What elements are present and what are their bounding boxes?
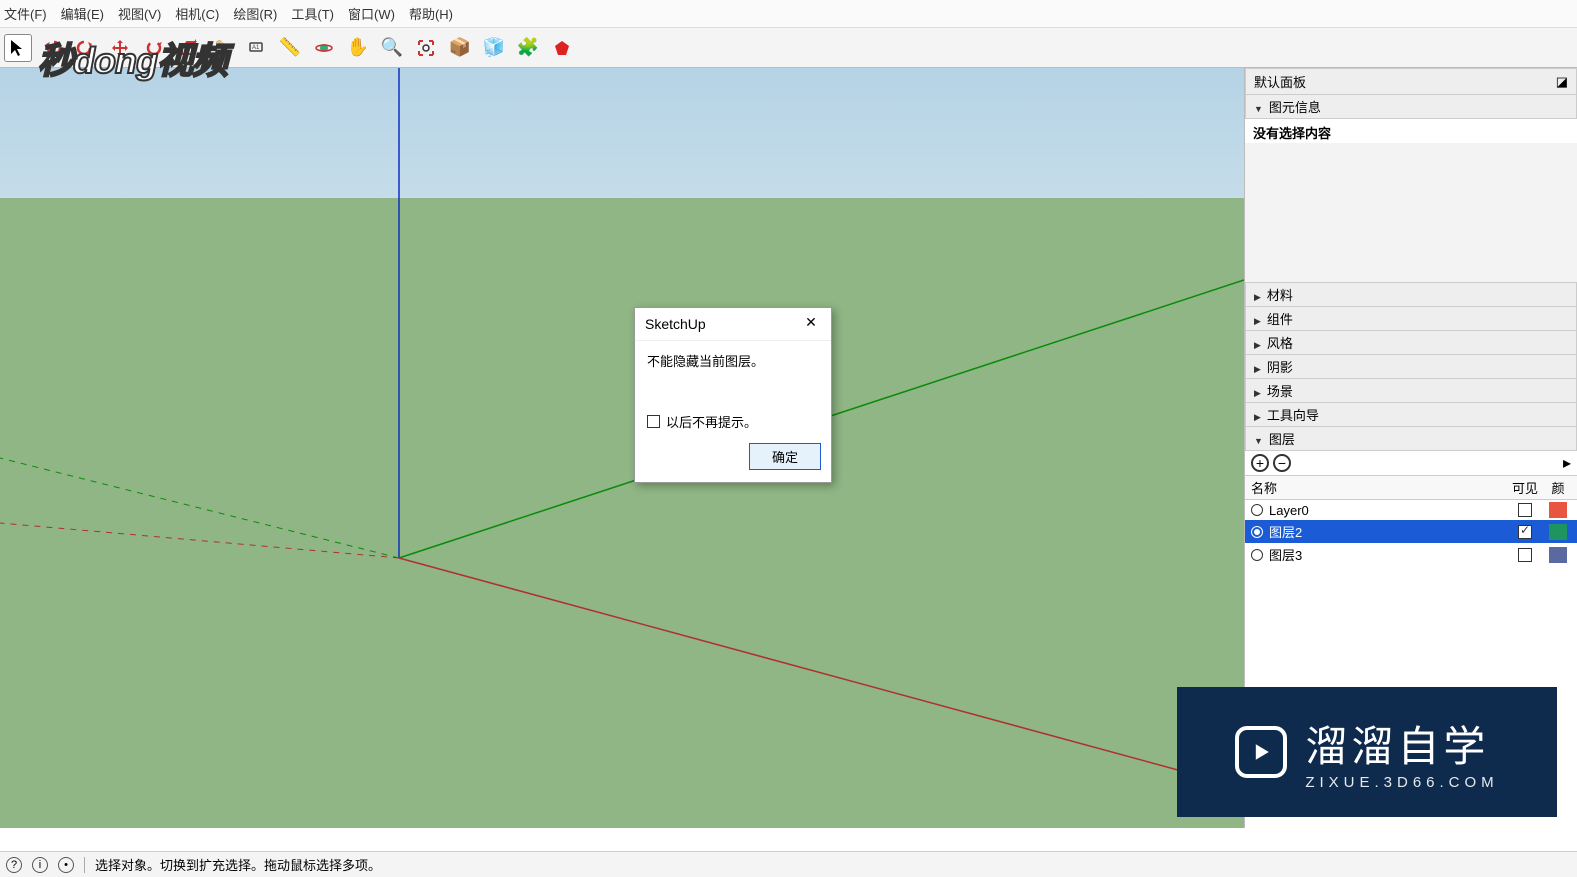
accordion-layers[interactable]: 图层 [1245,427,1577,451]
accordion-shadows[interactable]: 阴影 [1245,355,1577,379]
menu-view[interactable]: 视图(V) [118,4,161,23]
eraser-icon[interactable]: ✎ [208,34,236,62]
layer-list: Layer0 图层2 图层3 [1245,500,1577,566]
extension-icon[interactable]: 🧩 [514,34,542,62]
layer-active-radio[interactable] [1251,526,1263,538]
ok-button[interactable]: 确定 [749,443,821,470]
layer-color-swatch[interactable] [1549,502,1567,518]
accordion-scenes[interactable]: 场景 [1245,379,1577,403]
layer-col-name[interactable]: 名称 [1251,478,1505,497]
accordion-entity-info[interactable]: 图元信息 [1245,95,1577,119]
layer-active-radio[interactable] [1251,549,1263,561]
layer-header-row: 名称 可见 颜 [1245,476,1577,500]
layer-row[interactable]: Layer0 [1245,500,1577,520]
extrude-icon[interactable] [174,34,202,62]
warehouse-icon[interactable]: 📦 [446,34,474,62]
layer-visible-checkbox[interactable] [1518,548,1532,562]
select-tool-icon[interactable] [4,34,32,62]
menu-tools[interactable]: 工具(T) [291,4,334,23]
menu-help[interactable]: 帮助(H) [409,4,453,23]
dont-show-label: 以后不再提示。 [666,412,757,431]
layer-menu-icon[interactable]: ▸ [1563,453,1571,473]
ruby-icon[interactable] [548,34,576,62]
entity-info-empty [1245,143,1577,283]
layer-name: 图层2 [1269,522,1302,541]
layer-visible-checkbox[interactable] [1518,503,1532,517]
layer-toolbar: + − ▸ [1245,451,1577,476]
dialog-message: 不能隐藏当前图层。 [647,351,819,370]
layer-col-color[interactable]: 颜 [1545,478,1571,497]
layer-visible-checkbox[interactable] [1518,525,1532,539]
status-user-icon[interactable]: • [58,857,74,873]
alert-dialog: SketchUp ✕ 不能隐藏当前图层。 以后不再提示。 确定 [634,307,832,483]
hide-label-overlay: 隐藏 [1429,708,1537,767]
remove-layer-icon[interactable]: − [1273,454,1291,472]
zoom-extents-icon[interactable] [412,34,440,62]
close-icon[interactable]: ✕ [801,314,821,334]
rotate-icon[interactable] [140,34,168,62]
svg-text:A1: A1 [252,45,260,51]
accordion-materials[interactable]: 材料 [1245,283,1577,307]
axes-overlay [0,68,1244,828]
dialog-title-text: SketchUp [645,316,706,332]
menu-draw[interactable]: 绘图(R) [233,4,277,23]
redo-icon[interactable] [72,34,100,62]
status-geo-icon[interactable]: i [32,857,48,873]
orbit-icon[interactable] [310,34,338,62]
menu-camera[interactable]: 相机(C) [175,4,219,23]
layer-row[interactable]: 图层3 [1245,543,1577,566]
layer-col-visible[interactable]: 可见 [1505,478,1545,497]
dimension-icon[interactable]: A1 [242,34,270,62]
accordion-styles[interactable]: 风格 [1245,331,1577,355]
layer-color-swatch[interactable] [1549,547,1567,563]
layer-name: 图层3 [1269,545,1302,564]
add-layer-icon[interactable]: + [1251,454,1269,472]
layer-row[interactable]: 图层2 [1245,520,1577,543]
status-bar: ? i • 选择对象。切换到扩充选择。拖动鼠标选择多项。 [0,851,1577,877]
undo-icon[interactable] [38,34,66,62]
menu-file[interactable]: 文件(F) [4,4,47,23]
layer-active-radio[interactable] [1251,504,1263,516]
dialog-titlebar[interactable]: SketchUp ✕ [635,308,831,341]
zoom-icon[interactable]: 🔍 [378,34,406,62]
toolbar: ✎ A1 📏 ✋ 🔍 📦 🧊 🧩 [0,28,1577,68]
panel-pin-icon[interactable]: ◪ [1556,74,1568,90]
accordion-instructor[interactable]: 工具向导 [1245,403,1577,427]
layer-name: Layer0 [1269,503,1309,518]
component-icon[interactable]: 🧊 [480,34,508,62]
status-info-icon[interactable]: ? [6,857,22,873]
status-hint: 选择对象。切换到扩充选择。拖动鼠标选择多项。 [95,855,381,874]
menu-window[interactable]: 窗口(W) [348,4,395,23]
tape-icon[interactable]: 📏 [276,34,304,62]
move-icon[interactable] [106,34,134,62]
pan-icon[interactable]: ✋ [344,34,372,62]
entity-info-body: 没有选择内容 [1245,119,1577,143]
menu-edit[interactable]: 编辑(E) [61,4,104,23]
panel-title-default[interactable]: 默认面板 ◪ [1245,68,1577,95]
viewport-3d[interactable] [0,68,1244,828]
layer-color-swatch[interactable] [1549,524,1567,540]
accordion-components[interactable]: 组件 [1245,307,1577,331]
menu-bar: 文件(F) 编辑(E) 视图(V) 相机(C) 绘图(R) 工具(T) 窗口(W… [0,0,1577,28]
dont-show-checkbox[interactable] [647,415,660,428]
